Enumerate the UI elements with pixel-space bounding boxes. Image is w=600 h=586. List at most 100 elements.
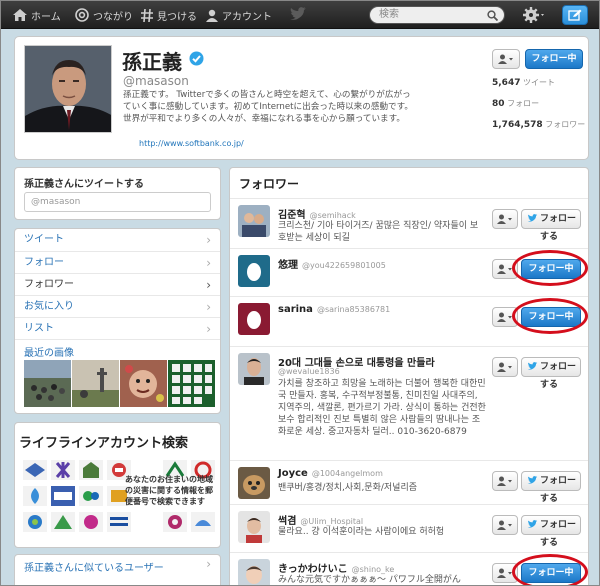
recent-photo-thumbnail[interactable] [24,360,71,407]
settings-menu[interactable] [522,6,546,27]
logo-icon [23,512,47,532]
follower-bio: 밴쿠버/홍경/정치,사회,문화/저널리즘 [278,483,418,493]
stat-tweets[interactable]: 5,647 ツイート [492,77,555,88]
follower-row[interactable]: sarina @sarina85386781 フォロー中 [230,296,588,346]
follower-name[interactable]: 悠理 @you422659801005 [278,256,386,271]
nav-discover[interactable]: 見つける [141,1,197,29]
person-dropdown-icon [498,54,513,64]
default-egg-avatar[interactable] [238,255,270,287]
similar-users-title[interactable]: 孫正義さんに似ているユーザー [24,559,164,574]
user-actions-button[interactable] [492,209,518,229]
follower-avatar[interactable] [238,353,270,385]
followers-panel: フォロワー 김준혁 @semihack 크리스천/ 기아 타이거즈/ 꿈많은 직장… [229,167,589,586]
follower-handle: @shino_ke [351,565,395,574]
nav-connect[interactable]: つながり [75,1,133,29]
follow-button-label: フォローする [540,362,577,390]
person-dropdown-icon [497,214,512,224]
follower-row[interactable]: 김준혁 @semihack 크리스천/ 기아 타이거즈/ 꿈많은 직장인/ 약자들… [230,198,588,248]
follower-name-text: Joyce [278,468,308,479]
stat-followers-value: 1,764,578 [492,120,543,130]
follower-bio: みんな元気ですかぁぁぁ～ パワフル全開がん [278,575,461,585]
menu-item-followers[interactable]: フォロワー › [15,273,220,295]
search-input[interactable]: 検索 [369,6,505,24]
default-egg-avatar[interactable] [238,303,270,335]
highlight-ring [512,298,588,334]
menu-item-label: フォロワー [24,279,74,290]
tweet-to-box: 孫正義さんにツイートする @masason [14,167,221,220]
follower-row[interactable]: Joyce @1004angelmom 밴쿠버/홍경/정치,사회,문화/저널리즘 … [230,460,588,504]
banner-title: ライフラインアカウント検索 [19,436,189,451]
user-actions-button[interactable] [492,49,520,69]
nav-account[interactable]: アカウント [206,1,272,29]
recent-photos-label[interactable]: 最近の画像 [24,344,74,359]
stat-followers[interactable]: 1,764,578 フォロワー [492,119,585,130]
top-nav-bar: ホーム つながり 見つける アカウント 検索 [1,1,599,29]
tweet-to-input[interactable]: @masason [24,192,211,212]
person-icon [206,9,218,22]
recent-photo-thumbnail[interactable] [72,360,119,407]
nav-home[interactable]: ホーム [13,1,61,29]
follower-row[interactable]: 20대 그대들 손으로 대통령을 만들라 @wevalue1836 가치를 창조… [230,346,588,460]
stat-following[interactable]: 80 フォロー [492,98,539,109]
follow-button[interactable]: フォローする [521,471,581,504]
compose-icon [568,9,582,21]
follower-name[interactable]: 김준혁 @semihack [278,206,356,221]
stat-tweets-label: ツイート [523,78,556,87]
follower-avatar[interactable] [238,511,270,543]
chevron-right-icon: › [206,278,211,292]
follower-name[interactable]: きっかわけいこ @shino_ke [278,560,394,575]
follow-button[interactable]: フォローする [521,357,581,390]
gear-icon [523,7,544,23]
user-actions-button[interactable] [492,357,518,377]
profile-photo [25,46,111,132]
menu-item-label: リスト [24,323,54,334]
follow-button[interactable]: フォローする [521,515,581,548]
person-dropdown-icon [497,312,512,322]
follower-avatar[interactable] [238,205,270,237]
user-actions-button[interactable] [492,471,518,491]
logo-icon [79,512,103,532]
logo-icon [23,486,47,506]
recent-photo-thumbnail[interactable] [120,360,167,407]
profile-avatar[interactable] [24,45,112,133]
highlight-ring [512,250,588,286]
tweet-to-title: 孫正義さんにツイートする [24,179,144,190]
search-icon[interactable] [487,10,498,21]
follower-name[interactable]: sarina @sarina85386781 [278,304,390,315]
search-placeholder: 検索 [379,9,399,20]
chevron-right-icon: › [206,557,211,571]
followers-title: フォロワー [239,177,300,191]
follower-row[interactable]: きっかわけいこ @shino_ke みんな元気ですかぁぁぁ～ パワフル全開がん フ… [230,552,588,586]
menu-item-tweets[interactable]: ツイート › [15,229,220,251]
nav-discover-label: 見つける [157,11,197,23]
logo-icon [163,512,187,532]
profile-url-link[interactable]: http://www.softbank.co.jp/ [139,139,244,148]
profile-nav-menu: ツイート › フォロー › フォロワー › お気に入り › リスト › 最近の画像 [14,228,221,414]
follower-name[interactable]: Joyce @1004angelmom [278,468,383,479]
menu-item-label: フォロー [24,257,64,268]
logo-icon [191,512,215,532]
lifeline-banner[interactable]: ライフラインアカウント検索 あなたのお住まいの地域の災害に関する情報を郵便番号で… [14,422,221,548]
follower-name[interactable]: 썩겸 @Ulim_Hospital [278,512,363,527]
recent-photo-thumbnail[interactable] [168,360,215,407]
logo-icon [51,460,75,480]
follower-name-text: 悠理 [278,260,298,271]
person-dropdown-icon [497,568,512,578]
follower-row[interactable]: 悠理 @you422659801005 フォロー中 [230,248,588,296]
chevron-right-icon: › [206,256,211,270]
twitter-bird-icon [527,214,538,222]
profile-following-button[interactable]: フォロー中 [525,49,583,69]
logo-icon [51,486,75,506]
menu-item-following[interactable]: フォロー › [15,251,220,273]
user-actions-button[interactable] [492,515,518,535]
menu-item-lists[interactable]: リスト › [15,317,220,339]
follower-avatar[interactable] [238,559,270,586]
follower-avatar[interactable] [238,467,270,499]
follower-bio: 가치를 창조하고 희망을 노래하는 더불어 행복한 대한민국 만들자. 홍복, … [278,379,486,437]
follow-button[interactable]: フォローする [521,209,581,242]
menu-item-favorites[interactable]: お気に入り › [15,295,220,317]
twitter-bird-icon[interactable] [289,7,307,22]
follower-row[interactable]: 썩겸 @Ulim_Hospital 물라요.. 걍 이석훈이라는 사람이에요 허허… [230,504,588,552]
compose-tweet-button[interactable] [562,5,588,25]
stat-following-label: フォロー [507,99,540,108]
